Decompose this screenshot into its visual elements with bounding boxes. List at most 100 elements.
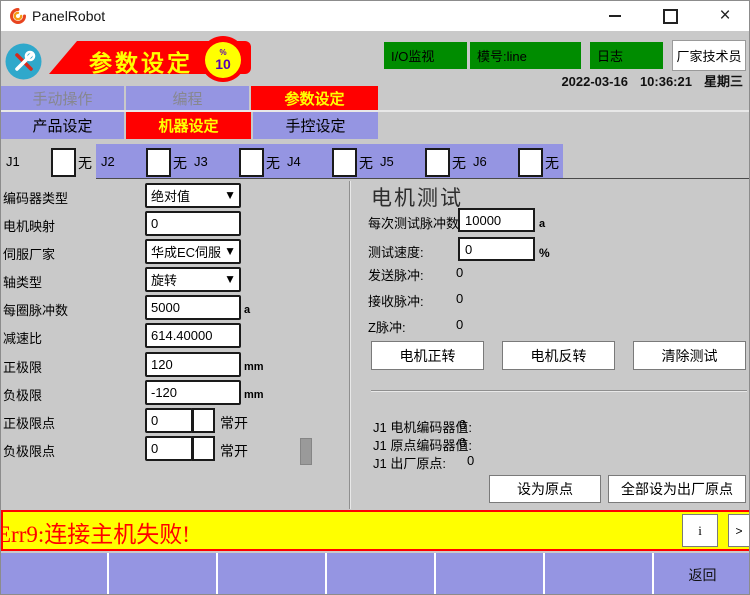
unit-label: a	[244, 304, 250, 316]
joint-id: J6	[473, 154, 487, 169]
joint-id: J1	[6, 154, 20, 169]
error-info-button[interactable]: i	[682, 514, 718, 547]
date-label: 2022-03-16	[561, 74, 628, 89]
section-divider	[371, 390, 747, 391]
minimize-button[interactable]	[593, 1, 637, 31]
maximize-button[interactable]	[648, 1, 692, 31]
set-origin-button[interactable]: 设为原点	[489, 475, 601, 503]
close-button[interactable]: ×	[703, 1, 747, 31]
tab-param[interactable]: 参数设定	[251, 86, 378, 110]
percent-label: %	[539, 246, 550, 260]
factory-origin-label: J1 出厂原点:	[373, 453, 446, 472]
joint-state: 无	[78, 153, 92, 173]
minimize-icon	[609, 15, 621, 17]
motor-encoder-label: J1 电机编码器值:	[373, 417, 472, 436]
clear-test-button[interactable]: 清除测试	[633, 341, 746, 370]
io-monitor-button[interactable]: I/O监视	[384, 42, 467, 69]
form-row-neg-limit: 负极限 mm	[1, 380, 346, 406]
joint-state: 无	[452, 153, 466, 173]
form-label: 轴类型	[3, 272, 42, 291]
bottom-bar	[1, 553, 750, 595]
subtab-product[interactable]: 产品设定	[1, 112, 124, 139]
unit-label: mm	[244, 389, 264, 401]
form-label: 负极限	[3, 385, 42, 404]
close-icon: ×	[719, 5, 730, 27]
joint-cell-j6: J6 无	[468, 144, 561, 178]
pulse-count-label: 每次测试脉冲数:	[368, 213, 463, 232]
log-button[interactable]: 日志	[590, 42, 663, 69]
motor-map-input[interactable]	[145, 211, 241, 236]
joint-id: J3	[194, 154, 208, 169]
form-label: 正极限点	[3, 413, 55, 432]
tab-manual[interactable]: 手动操作	[1, 86, 124, 110]
reduction-ratio-input[interactable]	[145, 323, 241, 348]
bottom-bar-divider	[325, 553, 327, 595]
joint-state: 无	[545, 153, 559, 173]
form-row-motor-map: 电机映射	[1, 211, 346, 237]
weekday-label: 星期三	[704, 74, 743, 89]
tools-icon[interactable]	[5, 43, 42, 80]
pos-limit-point-checkbox[interactable]	[192, 408, 215, 433]
motor-forward-button[interactable]: 电机正转	[371, 341, 484, 370]
encoder-type-select[interactable]: 绝对值 ▼	[145, 183, 241, 208]
pulses-per-rev-input[interactable]	[145, 295, 241, 320]
joint-checkbox-j4[interactable]	[332, 148, 357, 177]
joint-cell-j1: J1 无	[1, 144, 94, 178]
neg-limit-point-checkbox[interactable]	[192, 436, 215, 461]
bottom-bar-divider	[107, 553, 109, 595]
joint-cell-j2: J2 无	[96, 144, 189, 178]
form-row-neg-limit-point: 负极限点 常开	[1, 436, 346, 462]
joint-cell-j3: J3 无	[189, 144, 282, 178]
origin-encoder-label: J1 原点编码器值:	[373, 435, 472, 454]
back-button[interactable]: 返回	[654, 553, 750, 595]
time-label: 10:36:21	[640, 74, 692, 89]
neg-limit-input[interactable]	[145, 380, 241, 405]
select-value: 旋转	[151, 270, 177, 289]
error-message: Err9:连接主机失败!	[0, 515, 190, 549]
recv-pulse-value: 0	[456, 291, 463, 306]
title-bar	[1, 1, 750, 31]
motor-reverse-button[interactable]: 电机反转	[502, 341, 615, 370]
form-row-encoder-type: 编码器类型 绝对值 ▼	[1, 183, 346, 209]
speed-badge-face: % 10	[205, 42, 241, 78]
servo-vendor-select[interactable]: 华成EC伺服 ▼	[145, 239, 241, 264]
bottom-bar-divider	[434, 553, 436, 595]
form-label: 正极限	[3, 357, 42, 376]
mold-number-button[interactable]: 模号:line	[470, 42, 581, 69]
window-title: PanelRobot	[32, 8, 105, 24]
subtab-machine[interactable]: 机器设定	[126, 112, 251, 139]
form-label: 负极限点	[3, 441, 55, 460]
app-logo-icon	[9, 7, 27, 25]
datetime: 2022-03-16 10:36:21 星期三	[431, 71, 743, 90]
role-button[interactable]: 厂家技术员	[672, 40, 746, 71]
form-row-pos-limit-point: 正极限点 常开	[1, 408, 346, 434]
test-speed-input[interactable]	[458, 237, 535, 261]
joint-checkbox-j3[interactable]	[239, 148, 264, 177]
form-row-reduction-ratio: 减速比	[1, 323, 346, 349]
motor-test-title: 电机测试	[371, 182, 463, 212]
joint-checkbox-j2[interactable]	[146, 148, 171, 177]
joint-checkbox-j6[interactable]	[518, 148, 543, 177]
pos-limit-input[interactable]	[145, 352, 241, 377]
joint-checkbox-j1[interactable]	[51, 148, 76, 177]
pos-limit-point-input[interactable]	[145, 408, 193, 433]
motor-encoder-value: 0	[459, 417, 466, 432]
error-next-button[interactable]: >	[728, 514, 750, 547]
subtab-hand[interactable]: 手控设定	[253, 112, 378, 139]
axis-type-select[interactable]: 旋转 ▼	[145, 267, 241, 292]
pulse-count-input[interactable]	[458, 208, 535, 232]
form-row-servo-vendor: 伺服厂家 华成EC伺服 ▼	[1, 239, 346, 265]
neg-limit-point-input[interactable]	[145, 436, 193, 461]
set-all-factory-origin-button[interactable]: 全部设为出厂原点	[608, 475, 746, 503]
recv-pulse-label: 接收脉冲:	[368, 291, 424, 310]
form-label: 减速比	[3, 328, 42, 347]
bottom-bar-divider	[216, 553, 218, 595]
maximize-icon	[663, 9, 678, 24]
joint-checkbox-j5[interactable]	[425, 148, 450, 177]
sent-pulse-label: 发送脉冲:	[368, 265, 424, 284]
tab-program[interactable]: 编程	[126, 86, 249, 110]
contact-mode-label: 常开	[220, 413, 248, 433]
test-speed-label: 测试速度:	[368, 242, 424, 261]
chevron-down-icon: ▼	[224, 272, 236, 286]
scrollbar-thumb[interactable]	[300, 438, 312, 465]
